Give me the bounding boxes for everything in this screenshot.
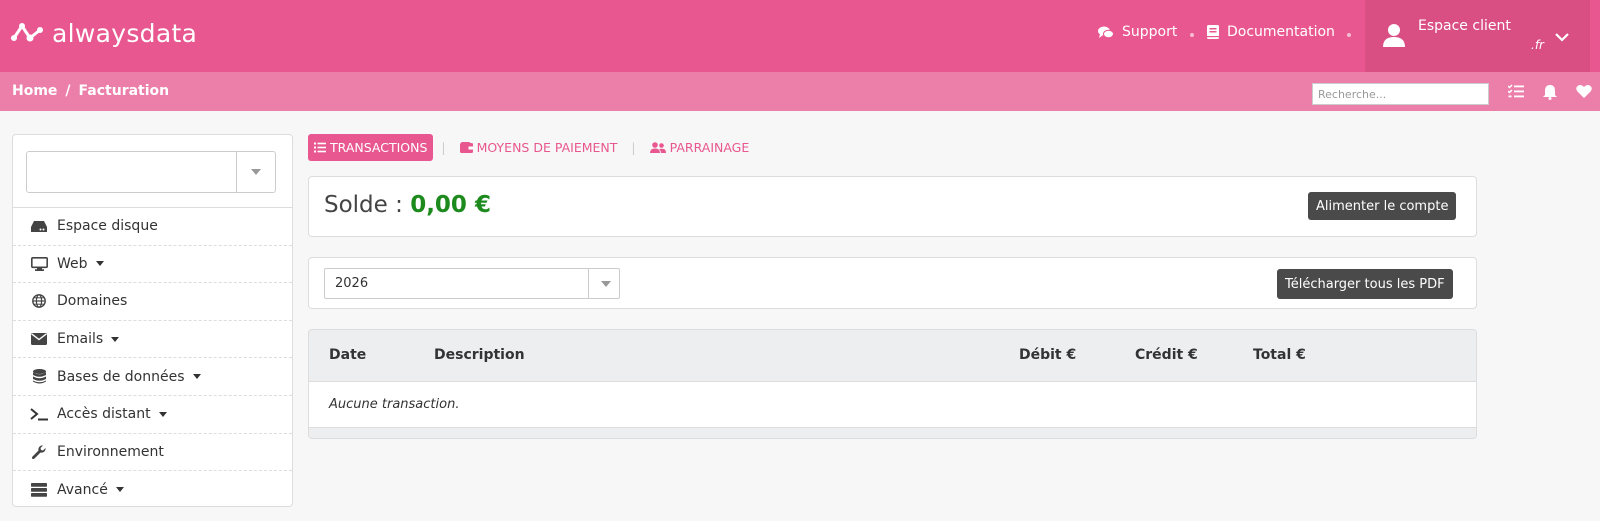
empty-message: Aucune transaction. — [329, 397, 460, 412]
nav-separator — [1347, 33, 1351, 37]
download-all-pdf-button[interactable]: Télécharger tous les PDF — [1277, 269, 1453, 299]
caret-down-icon — [95, 261, 104, 267]
chevron-down-icon — [1555, 27, 1569, 46]
globe-icon — [29, 294, 49, 309]
nav-separator — [1190, 33, 1194, 37]
breadcrumb-bar: Home / Facturation — [0, 72, 1600, 111]
sidebar-item-label: Bases de données — [57, 368, 185, 385]
sidebar-item-environnement[interactable]: Environnement — [13, 434, 292, 472]
database-icon — [29, 369, 49, 384]
tab-label: MOYENS DE PAIEMENT — [476, 140, 618, 155]
fund-account-button[interactable]: Alimenter le compte — [1308, 192, 1457, 220]
top-bar: alwaysdata Support Documentation Espace … — [0, 0, 1600, 72]
tab-moyens-de-paiement[interactable]: MOYENS DE PAIEMENT — [454, 134, 624, 161]
logo-text: alwaysdata — [52, 18, 198, 48]
column-header-date: Date — [329, 347, 367, 363]
desktop-icon — [29, 256, 49, 271]
sidebar-item-web[interactable]: Web — [13, 246, 292, 284]
sidebar-item-label: Environnement — [57, 443, 164, 460]
sidebar-menu: Espace disque Web Domaines Emails Bases … — [13, 207, 292, 509]
sidebar-item-domaines[interactable]: Domaines — [13, 283, 292, 321]
wallet-icon — [459, 142, 473, 153]
tab-parrainage[interactable]: PARRAINAGE — [644, 134, 756, 161]
tab-separator: | — [441, 140, 446, 155]
sidebar-item-avance[interactable]: Avancé — [13, 471, 292, 509]
sidebar-item-emails[interactable]: Emails — [13, 321, 292, 359]
book-icon — [1207, 25, 1219, 39]
sidebar-item-espace-disque[interactable]: Espace disque — [13, 208, 292, 246]
balance-amount: 0,00 € — [410, 192, 491, 218]
support-link[interactable]: Support — [1098, 24, 1177, 40]
wrench-icon — [29, 445, 49, 459]
sidebar-item-bases-de-donnees[interactable]: Bases de données — [13, 358, 292, 396]
logo-icon — [11, 23, 43, 42]
sidebar-item-label: Emails — [57, 331, 104, 348]
account-domain: .fr — [1531, 38, 1544, 52]
account-label: Espace client — [1418, 18, 1511, 34]
documentation-link[interactable]: Documentation — [1207, 24, 1335, 40]
year-panel: 2026 Télécharger tous les PDF — [308, 257, 1477, 309]
column-header-description: Description — [434, 347, 525, 363]
tasks-icon[interactable] — [1507, 84, 1524, 103]
heart-icon[interactable] — [1576, 84, 1592, 103]
sidebar-item-label: Web — [57, 255, 88, 272]
documentation-label: Documentation — [1227, 24, 1335, 40]
column-header-total: Total € — [1253, 347, 1306, 363]
breadcrumb-home[interactable]: Home — [12, 83, 57, 99]
breadcrumb: Home / Facturation — [12, 83, 169, 99]
sidebar-item-label: Accès distant — [57, 406, 151, 423]
sidebar-item-acces-distant[interactable]: Accès distant — [13, 396, 292, 434]
caret-down-icon — [115, 487, 124, 493]
search-input[interactable] — [1312, 83, 1489, 105]
caret-down-icon — [111, 336, 120, 342]
logo[interactable]: alwaysdata — [10, 18, 197, 48]
caret-down-icon — [192, 374, 201, 380]
user-icon — [1383, 23, 1405, 51]
caret-down-icon — [158, 411, 167, 417]
balance-label: Solde : — [324, 192, 403, 218]
sidebar: Espace disque Web Domaines Emails Bases … — [12, 134, 293, 507]
sidebar-item-label: Avancé — [57, 481, 108, 498]
account-select[interactable] — [26, 151, 276, 193]
server-icon — [29, 482, 49, 497]
list-icon — [314, 142, 326, 153]
sidebar-item-label: Espace disque — [57, 218, 158, 235]
caret-down-icon — [601, 281, 611, 287]
year-select-value: 2026 — [335, 276, 369, 291]
breadcrumb-current: Facturation — [78, 83, 170, 99]
envelope-icon — [29, 333, 49, 346]
support-label: Support — [1122, 24, 1178, 40]
column-header-debit: Débit € — [1019, 347, 1077, 363]
hdd-icon — [29, 220, 49, 232]
column-header-credit: Crédit € — [1135, 347, 1198, 363]
table-header: Date Description Débit € Crédit € Total … — [309, 330, 1476, 381]
select-divider — [588, 269, 589, 298]
balance: Solde : 0,00 € — [324, 192, 491, 218]
caret-down-icon — [251, 169, 261, 175]
balance-panel: Solde : 0,00 € Alimenter le compte — [308, 176, 1477, 237]
table-row: Aucune transaction. — [309, 381, 1476, 428]
year-select[interactable]: 2026 — [324, 268, 620, 299]
bell-icon[interactable] — [1543, 84, 1557, 104]
tab-transactions[interactable]: TRANSACTIONS — [308, 134, 434, 161]
select-divider — [236, 152, 237, 192]
tab-separator: | — [631, 140, 636, 155]
tab-label: TRANSACTIONS — [330, 140, 428, 155]
comments-icon — [1098, 26, 1114, 39]
users-icon — [649, 142, 666, 153]
breadcrumb-separator: / — [65, 83, 71, 99]
transactions-table: Date Description Débit € Crédit € Total … — [308, 329, 1477, 439]
sidebar-item-label: Domaines — [57, 293, 128, 310]
account-menu[interactable]: Espace client .fr — [1365, 0, 1590, 72]
terminal-icon — [29, 407, 49, 421]
billing-tabs: TRANSACTIONS | MOYENS DE PAIEMENT | PARR… — [308, 134, 755, 161]
tab-label: PARRAINAGE — [669, 140, 750, 155]
